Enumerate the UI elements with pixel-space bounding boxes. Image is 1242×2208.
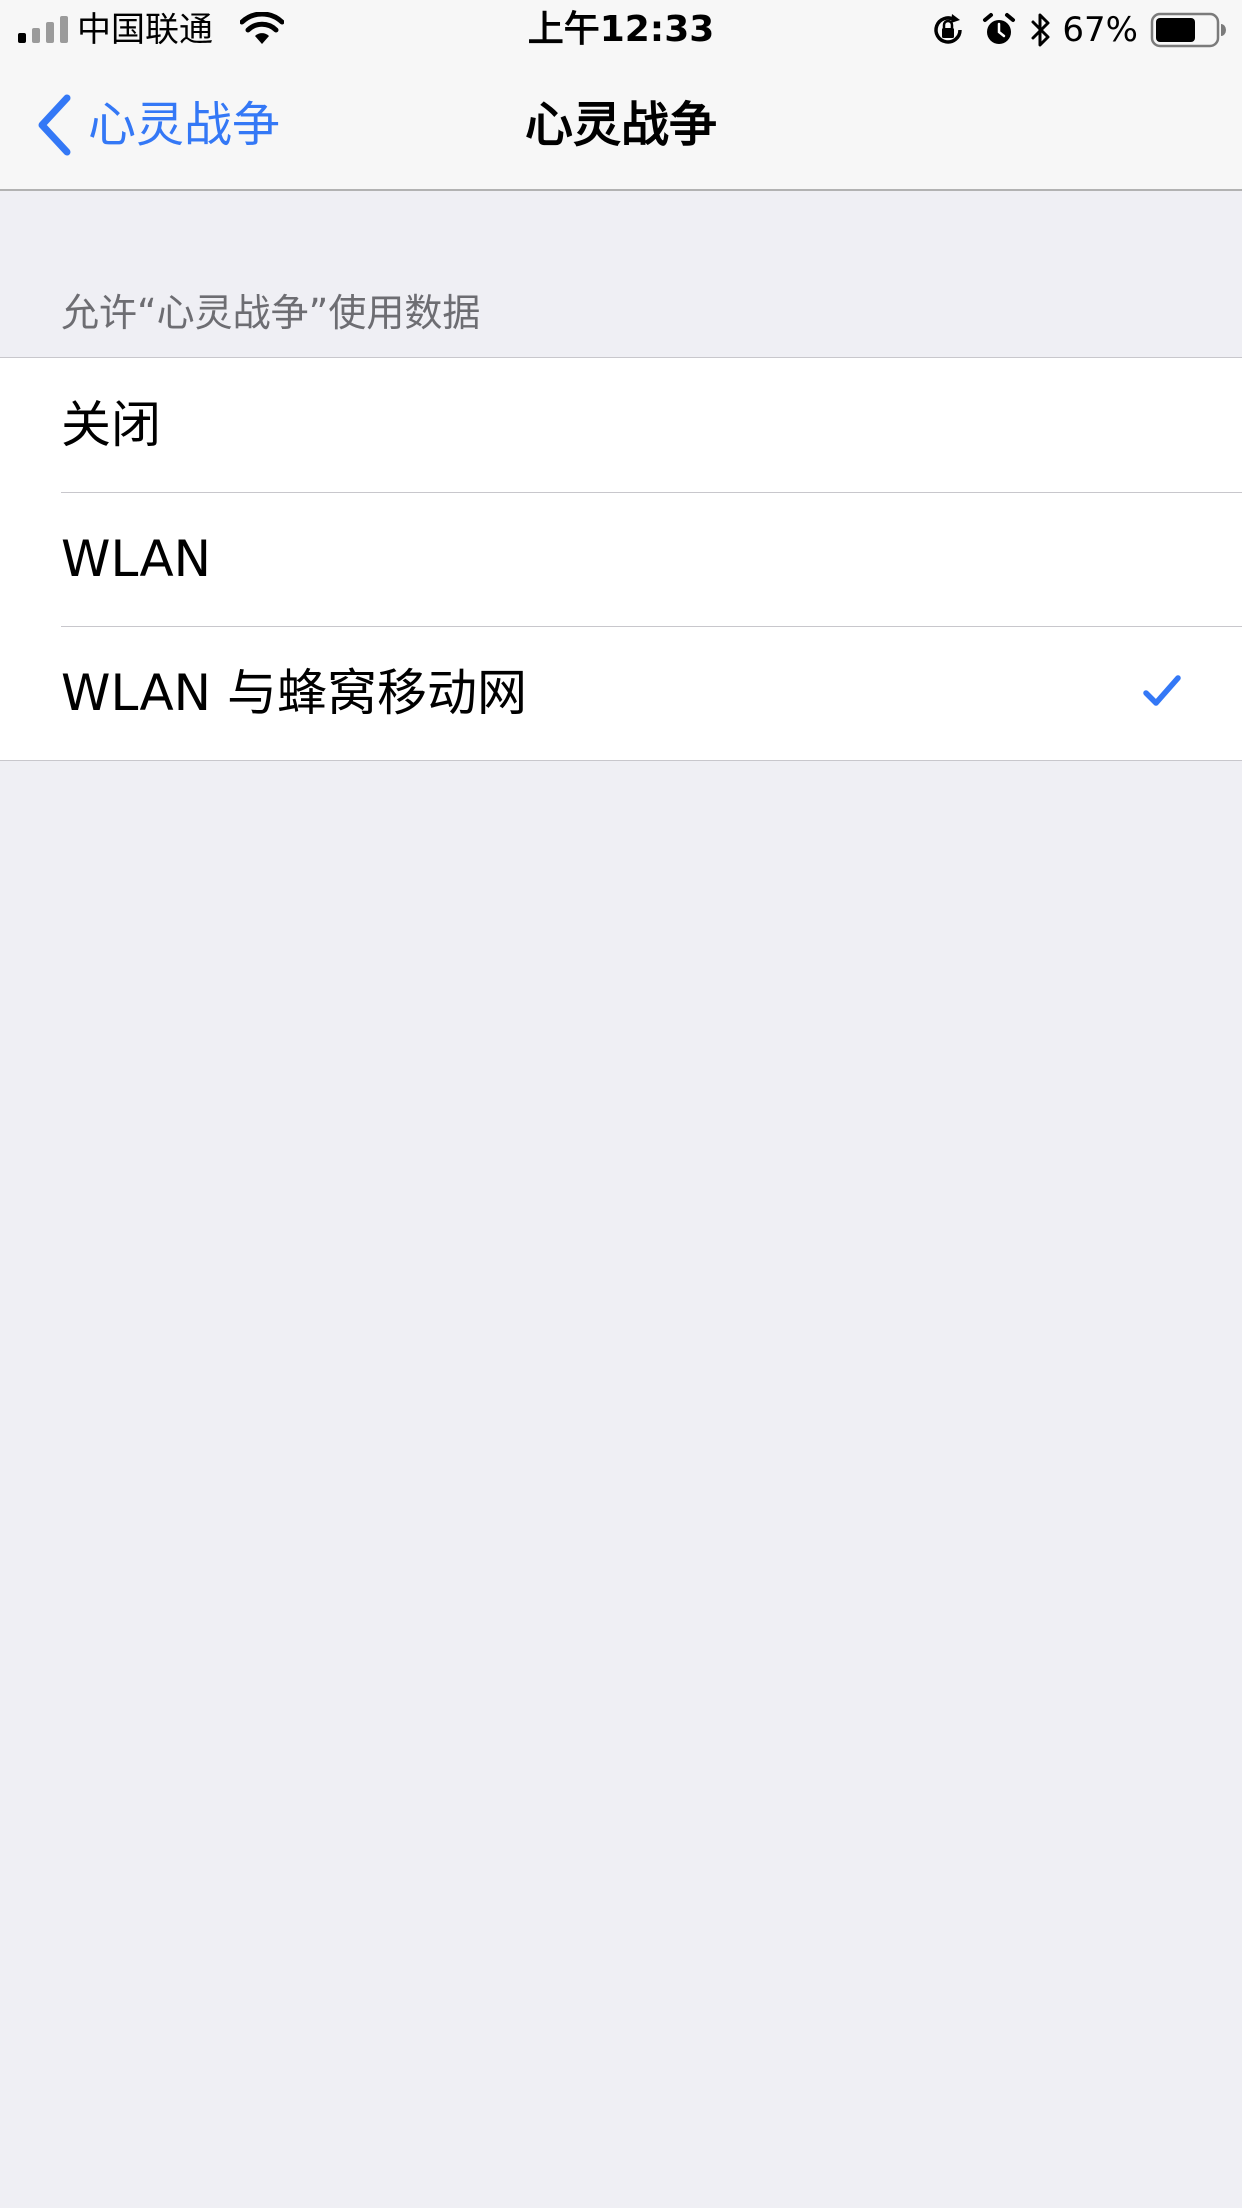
- option-label: WLAN: [61, 530, 212, 588]
- status-right-group: 67%: [930, 8, 1228, 52]
- checkmark-icon: [1143, 675, 1181, 706]
- battery-percent: 67%: [1062, 10, 1138, 50]
- top-bar: 中国联通 上午12:33 67% 心灵战争 心灵战争: [0, 0, 1242, 191]
- data-usage-options: 关闭 WLAN WLAN 与蜂窝移动网: [0, 357, 1242, 761]
- option-wlan-and-cellular[interactable]: WLAN 与蜂窝移动网: [0, 626, 1242, 760]
- battery-icon: [1150, 12, 1226, 48]
- option-label: 关闭: [61, 396, 161, 454]
- section-header: 允许“心灵战争”使用数据: [61, 291, 481, 335]
- rotation-lock-icon: [934, 14, 963, 44]
- option-off[interactable]: 关闭: [0, 358, 1242, 492]
- status-bar: 中国联通 上午12:33 67%: [0, 0, 1242, 60]
- navigation-bar: 心灵战争 心灵战争: [0, 60, 1242, 190]
- alarm-icon: [983, 13, 1016, 44]
- bluetooth-icon: [1031, 13, 1050, 47]
- page-title: 心灵战争: [524, 97, 717, 153]
- option-label: WLAN 与蜂窝移动网: [61, 664, 527, 722]
- option-wlan[interactable]: WLAN: [0, 492, 1242, 626]
